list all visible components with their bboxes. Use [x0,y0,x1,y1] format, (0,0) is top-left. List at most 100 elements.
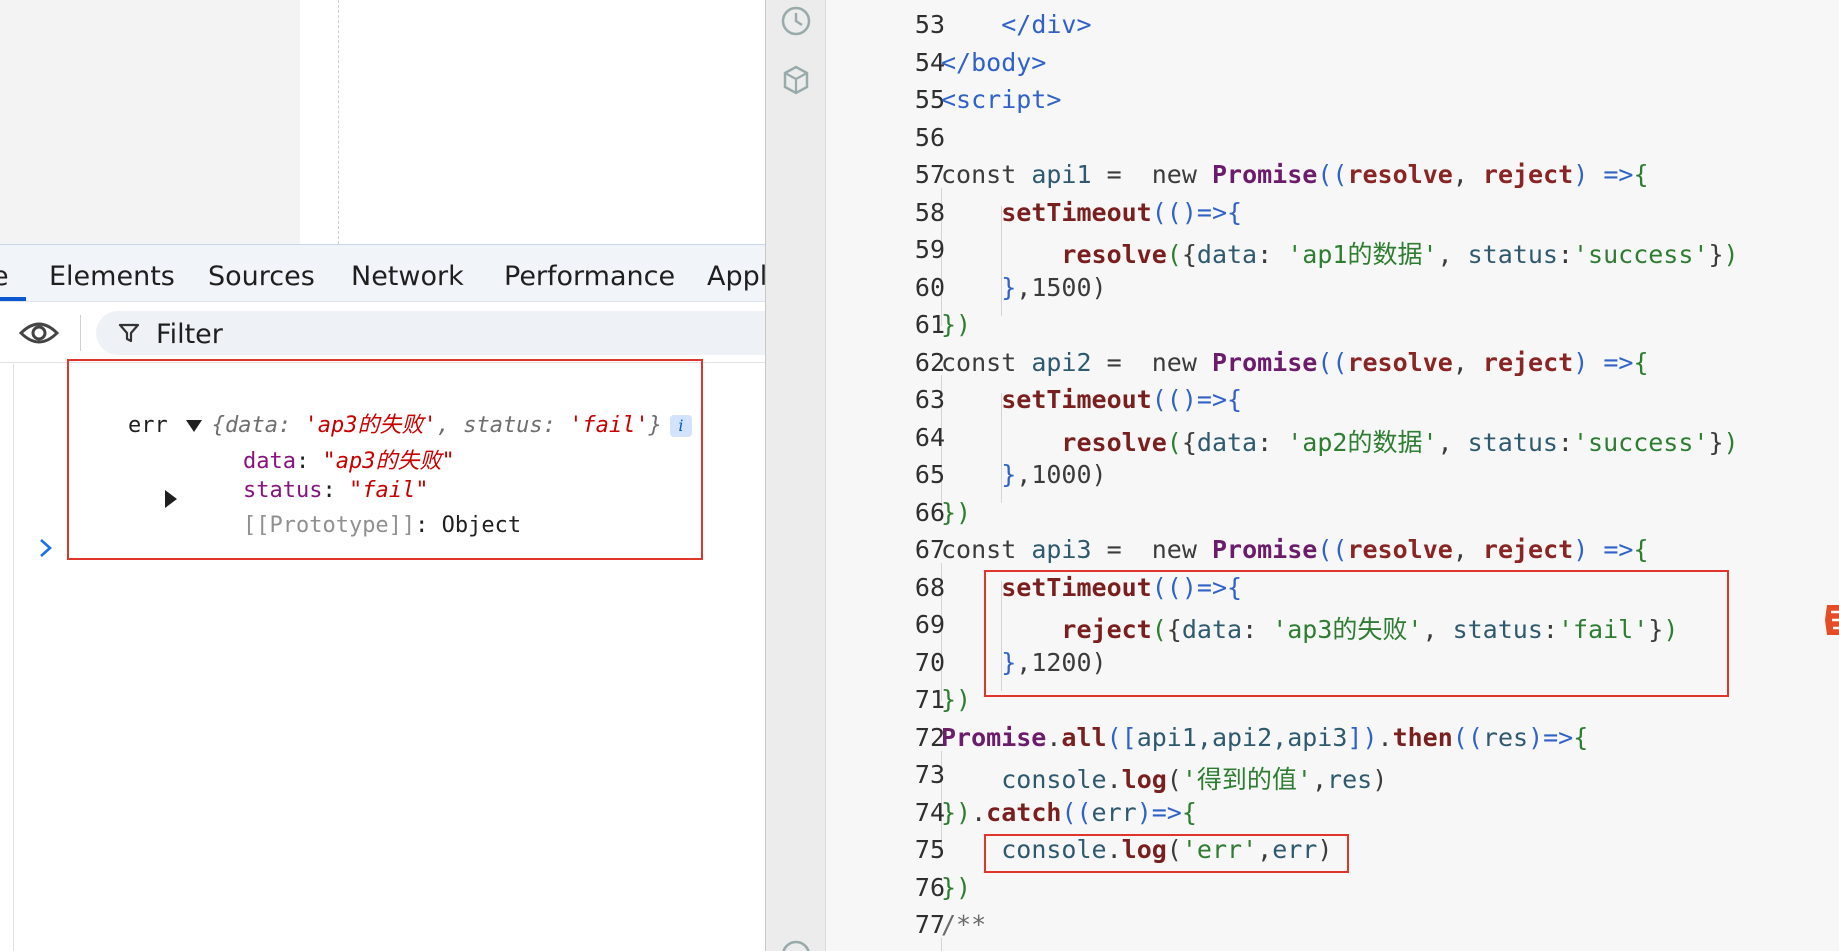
code-token: resolve [1061,240,1167,269]
code-token: . [1377,722,1393,752]
code-line[interactable]: console.log('得到的值',res) [941,760,1387,796]
extensions-icon[interactable] [779,63,813,97]
tab-application[interactable]: Appl [707,261,765,292]
code-line[interactable]: resolve({data: 'ap2的数据', status:'success… [941,423,1739,459]
code-line[interactable]: }) [941,310,971,339]
code-token: (( [1061,797,1092,827]
tab-network[interactable]: Network [351,261,464,292]
code-token: ([ [1106,722,1137,752]
line-number: 71 [914,685,945,714]
code-token: status [1467,427,1558,457]
code-token: resolve [1061,427,1167,457]
code-token: ( [1166,427,1182,457]
code-token: setTimeout [1001,385,1152,414]
live-expression-eye-icon[interactable] [18,317,60,349]
code-token: , [1452,347,1483,377]
code-token: }) [941,872,972,902]
annotation-box-catch-log [984,834,1349,873]
code-line[interactable]: const api1 = new Promise((resolve, rejec… [941,160,1649,189]
code-token: (()=> [1151,385,1227,414]
page-viewport-content [300,0,765,244]
tab-sources[interactable]: Sources [208,261,315,292]
code-line[interactable]: <script> [941,85,1061,114]
code-line[interactable]: resolve({data: 'ap1的数据', status:'success… [941,235,1738,271]
console-gutter [13,364,14,951]
page-viewport-gray [0,0,300,244]
code-line[interactable]: setTimeout(()=>{ [941,385,1242,414]
code-token: { [1181,427,1197,457]
code-token: ) [1091,272,1107,302]
toolbar-separator [80,315,81,351]
code-line[interactable]: /** [941,910,986,939]
code-token: } [1708,240,1724,269]
code-token: Promise [1211,347,1318,377]
code-token: }) [941,685,972,714]
code-line[interactable]: </body> [941,48,1046,77]
code-token: resolve [1347,347,1453,377]
code-token: { [1181,240,1197,269]
code-token: Promise [941,722,1047,752]
code-token: reject [1482,347,1574,377]
tab-console[interactable]: e [0,261,9,292]
code-token: ( [1166,240,1182,269]
timeline-icon[interactable] [779,4,813,38]
line-number: 75 [914,835,945,864]
line-number: 61 [914,310,945,339]
code-token: </body> [941,47,1047,77]
code-line[interactable]: </div> [941,10,1091,39]
code-token: <script> [941,85,1062,114]
code-token: }) [941,497,972,527]
code-token: , [1452,535,1483,564]
code-token: , [1452,160,1483,189]
code-token: resolve [1347,535,1453,564]
code-line[interactable]: },1500) [941,272,1107,302]
console-filter-input[interactable]: Filter [96,311,765,355]
code-line[interactable]: const api2 = new Promise((resolve, rejec… [941,348,1649,377]
code-token: ,1500 [1016,272,1092,302]
code-token: ) => [1573,160,1634,189]
code-token: : [1557,240,1573,269]
code-token: res [1327,765,1373,794]
code-token: ( [1166,765,1182,794]
code-token: , [1437,240,1468,269]
tab-performance[interactable]: Performance [504,261,675,292]
code-token: { [1573,722,1589,752]
code-line[interactable]: }) [941,498,971,527]
code-token: ) [1723,427,1739,457]
code-token: = [1091,535,1152,564]
line-number: 69 [914,610,945,639]
line-number: 76 [914,872,945,902]
code-line[interactable]: Promise.all([api1,api2,api3]).then((res)… [941,723,1588,752]
annotation-box-api3-settimeout [984,570,1729,697]
code-line[interactable]: }).catch((err)=>{ [941,798,1197,827]
code-token: ) [1091,460,1107,489]
line-number: 77 [914,910,945,939]
line-number: 67 [914,535,945,564]
annotation-box-console [67,359,703,560]
code-token: (( [1317,347,1348,377]
tab-active-indicator [0,297,26,301]
code-token: } [1001,272,1017,302]
tab-elements[interactable]: Elements [49,261,175,292]
code-line[interactable]: },1000) [941,460,1107,489]
code-token: { [1633,535,1649,564]
code-line[interactable]: }) [941,685,971,714]
code-token: 'ap1的数据' [1287,240,1438,269]
code-token: const [941,535,1032,564]
filter-placeholder: Filter [156,319,223,350]
code-line[interactable]: const api3 = new Promise((resolve, rejec… [941,535,1649,564]
filter-icon [118,322,140,344]
account-icon[interactable] [779,938,813,951]
code-token: status [1467,240,1558,269]
code-line[interactable]: setTimeout(()=>{ [941,198,1242,227]
console-prompt-chevron-icon[interactable] [38,536,54,560]
code-line[interactable]: }) [941,873,971,902]
line-number: 72 [914,722,945,752]
code-token: catch [986,797,1062,827]
code-token: ]) [1347,722,1378,752]
html5-file-icon [1823,603,1839,637]
